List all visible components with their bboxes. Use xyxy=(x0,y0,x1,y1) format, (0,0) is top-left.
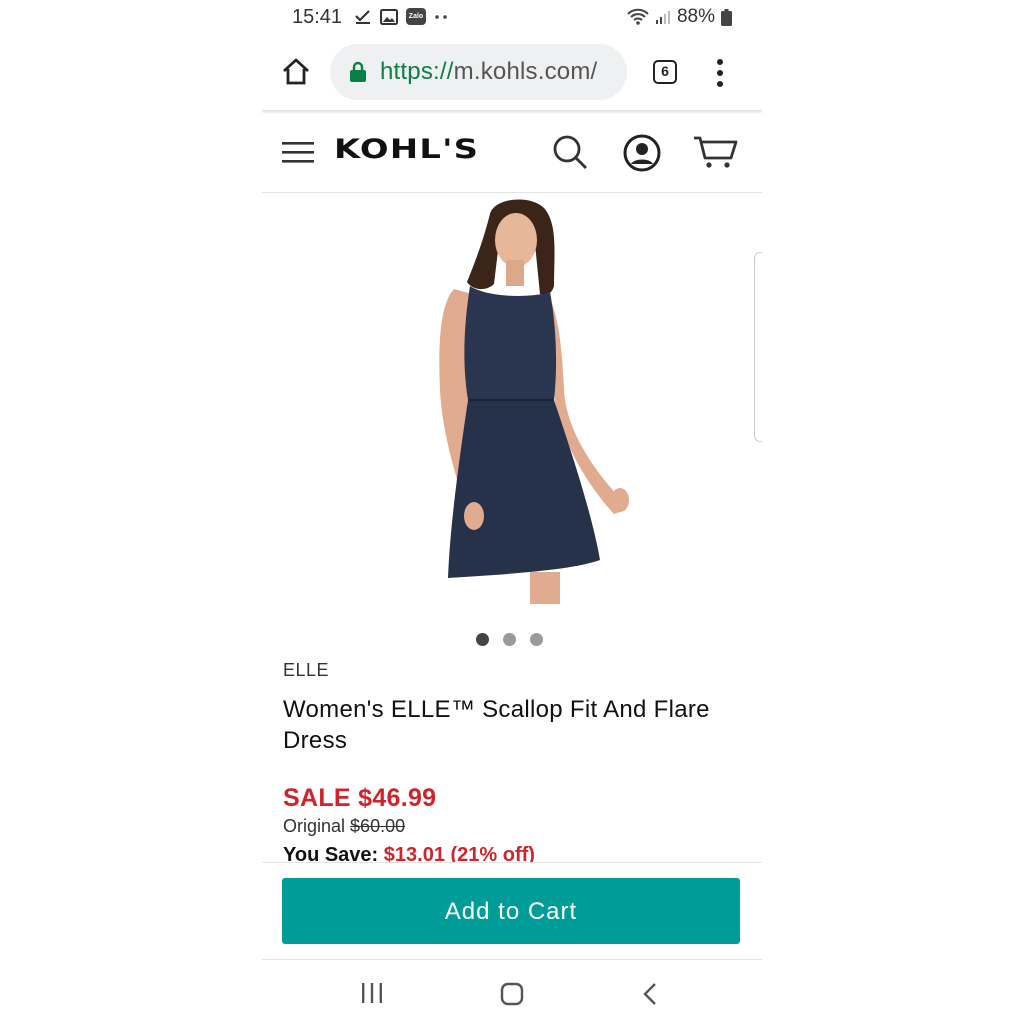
kohls-logo[interactable]: KOHL'S xyxy=(334,134,479,165)
zalo-icon: Zalo xyxy=(406,8,426,25)
you-save-amount: $13.01 (21% off) xyxy=(383,844,535,862)
phone-screen: 15:41 Zalo 88% https://m.kohls.com/ 6 KO… xyxy=(262,0,762,1024)
tab-switcher-button[interactable]: 6 xyxy=(653,60,677,84)
product-brand[interactable]: ELLE xyxy=(283,660,329,681)
back-icon[interactable] xyxy=(642,982,658,1006)
check-download-icon xyxy=(355,9,370,24)
home-icon[interactable] xyxy=(280,56,312,88)
original-price: Original $60.00 xyxy=(283,816,405,837)
lock-icon xyxy=(350,61,366,82)
site-header: KOHL'S xyxy=(262,116,762,193)
cart-icon[interactable] xyxy=(692,134,738,170)
url-scheme: https:// xyxy=(380,58,454,85)
hamburger-menu-icon[interactable] xyxy=(282,140,314,164)
image-icon xyxy=(380,8,398,25)
you-save: You Save: $13.01 (21% off) xyxy=(283,844,535,862)
sale-price: SALE $46.99 xyxy=(283,784,437,812)
original-price-value: $60.00 xyxy=(350,816,406,836)
status-bar: 15:41 Zalo 88% xyxy=(262,0,762,34)
carousel-dot[interactable] xyxy=(503,633,516,646)
system-home-icon[interactable] xyxy=(500,982,524,1006)
carousel-dot[interactable] xyxy=(476,633,489,646)
product-title: Women's ELLE™ Scallop Fit And Flare Dres… xyxy=(283,696,710,754)
battery-icon xyxy=(721,8,732,26)
recent-apps-icon[interactable] xyxy=(360,982,384,1004)
address-bar[interactable]: https://m.kohls.com/ xyxy=(330,44,627,100)
toolbar-shadow xyxy=(262,110,762,114)
carousel-dot[interactable] xyxy=(530,633,543,646)
browser-toolbar: https://m.kohls.com/ 6 xyxy=(262,38,762,110)
signal-icon xyxy=(655,11,670,24)
system-nav-bar xyxy=(262,960,762,1024)
account-icon[interactable] xyxy=(622,133,662,173)
add-to-cart-button[interactable]: Add to Cart xyxy=(282,878,740,944)
you-save-label: You Save: xyxy=(283,844,379,862)
battery-percent: 88% xyxy=(676,6,715,27)
next-image-peek[interactable] xyxy=(754,252,762,442)
add-to-cart-bar: Add to Cart xyxy=(262,862,762,960)
notification-icons: Zalo xyxy=(354,8,448,25)
status-right: 88% xyxy=(627,6,732,28)
wifi-icon xyxy=(627,8,649,25)
more-dots-icon xyxy=(435,14,447,19)
product-image[interactable] xyxy=(262,194,762,604)
original-label: Original xyxy=(283,816,346,836)
browser-menu-icon[interactable] xyxy=(714,58,726,88)
url-host: m.kohls.com/ xyxy=(453,58,598,85)
url-text: https://m.kohls.com/ xyxy=(380,58,597,86)
image-carousel-dots xyxy=(476,633,543,646)
status-time: 15:41 xyxy=(292,6,343,28)
search-icon[interactable] xyxy=(552,134,588,170)
